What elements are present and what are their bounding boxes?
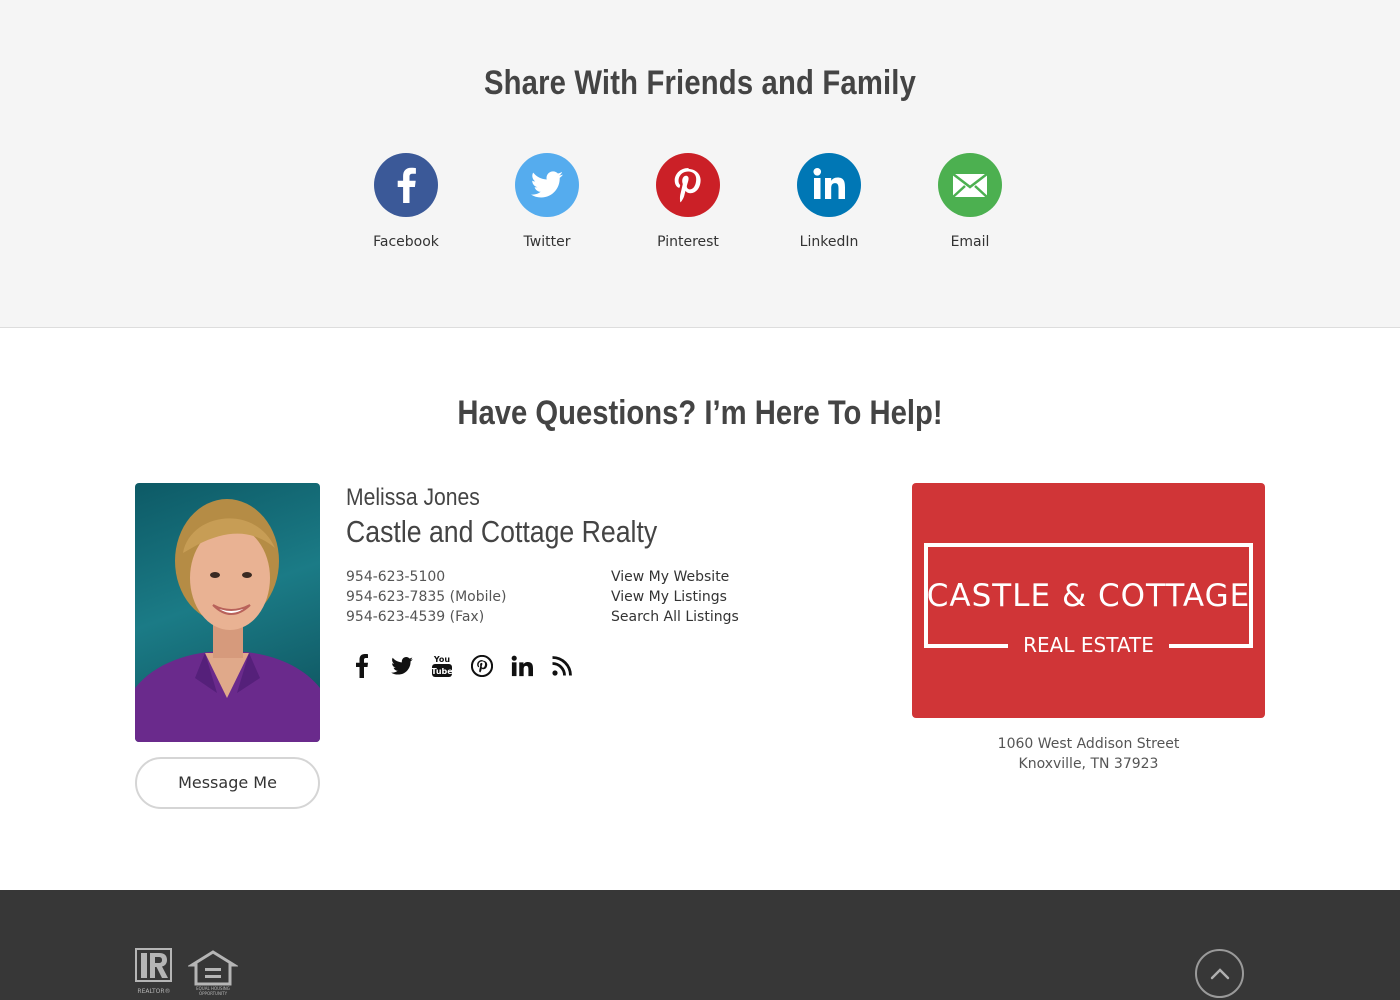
share-linkedin-label: LinkedIn xyxy=(799,234,859,250)
share-linkedin-button[interactable]: LinkedIn xyxy=(779,153,879,250)
phone-mobile[interactable]: 954-623-7835 (Mobile) xyxy=(346,587,506,607)
brokerage-address: 1060 West Addison Street Knoxville, TN 3… xyxy=(912,734,1265,774)
share-email-button[interactable]: Email xyxy=(920,153,1020,250)
facebook-icon[interactable] xyxy=(342,652,382,680)
svg-text:OPPORTUNITY: OPPORTUNITY xyxy=(199,991,228,996)
share-twitter-label: Twitter xyxy=(523,234,571,250)
share-pinterest-button[interactable]: Pinterest xyxy=(638,153,738,250)
company-name: Castle and Cottage Realty xyxy=(346,514,658,549)
twitter-icon[interactable] xyxy=(382,652,422,680)
share-facebook-label: Facebook xyxy=(373,234,439,250)
logo-title: CASTLE & COTTAGE xyxy=(926,578,1251,614)
twitter-icon xyxy=(515,153,579,217)
chevron-up-icon xyxy=(1210,967,1229,979)
scroll-to-top-button[interactable] xyxy=(1195,949,1244,998)
equal-housing-logo: EQUAL HOUSING OPPORTUNITY xyxy=(186,948,240,996)
help-title: Have Questions? I’m Here To Help! xyxy=(457,394,943,432)
agent-name: Melissa Jones xyxy=(346,484,480,511)
address-city: Knoxville, TN 37923 xyxy=(1018,756,1159,772)
svg-text:REALTOR®: REALTOR® xyxy=(137,988,170,995)
brokerage-logo: CASTLE & COTTAGE REAL ESTATE xyxy=(912,483,1265,718)
view-listings-link[interactable]: View My Listings xyxy=(611,587,739,607)
share-section: Share With Friends and Family Facebook T… xyxy=(0,0,1400,328)
phone-list: 954-623-5100 954-623-7835 (Mobile) 954-6… xyxy=(346,567,506,627)
phone-fax: 954-623-4539 (Fax) xyxy=(346,609,485,625)
phone-office[interactable]: 954-623-5100 xyxy=(346,567,506,587)
agent-social-icons: You Tube xyxy=(342,652,582,680)
search-listings-link[interactable]: Search All Listings xyxy=(611,607,739,627)
linkedin-icon[interactable] xyxy=(502,652,542,680)
pinterest-icon xyxy=(656,153,720,217)
youtube-icon[interactable]: You Tube xyxy=(422,652,462,680)
realtor-logo: REALTOR® xyxy=(135,948,175,996)
share-pinterest-label: Pinterest xyxy=(657,234,719,250)
facebook-icon xyxy=(374,153,438,217)
pinterest-icon[interactable] xyxy=(462,652,502,680)
share-title: Share With Friends and Family xyxy=(483,64,917,102)
logo-subtitle: REAL ESTATE xyxy=(1023,633,1154,657)
message-me-button[interactable]: Message Me xyxy=(135,757,320,809)
agent-links: View My Website View My Listings Search … xyxy=(611,567,739,627)
footer: REALTOR® EQUAL HOUSING OPPORTUNITY xyxy=(0,890,1400,1000)
view-website-link[interactable]: View My Website xyxy=(611,567,739,587)
email-icon xyxy=(938,153,1002,217)
linkedin-icon xyxy=(797,153,861,217)
share-twitter-button[interactable]: Twitter xyxy=(497,153,597,250)
agent-photo xyxy=(135,483,320,742)
svg-text:Tube: Tube xyxy=(431,667,453,676)
address-street: 1060 West Addison Street xyxy=(997,736,1180,752)
share-email-label: Email xyxy=(950,234,990,250)
share-facebook-button[interactable]: Facebook xyxy=(356,153,456,250)
svg-text:You: You xyxy=(433,655,451,664)
rss-icon[interactable] xyxy=(542,652,582,680)
